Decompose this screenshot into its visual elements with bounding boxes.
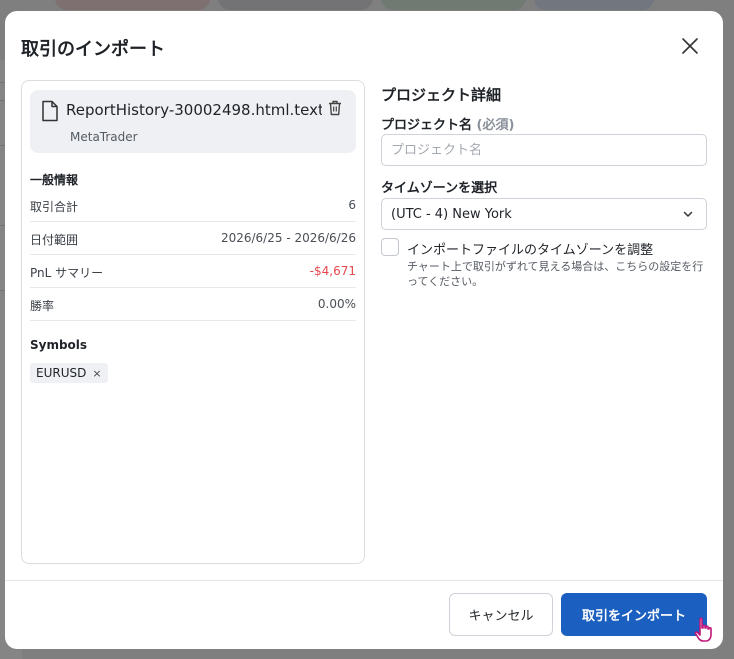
cancel-button[interactable]: キャンセル [449, 593, 553, 636]
symbol-chip[interactable]: EURUSD × [30, 363, 108, 383]
footer-divider [5, 580, 723, 581]
remove-file-button[interactable] [328, 100, 342, 120]
timezone-label: タイムゾーンを選択 [381, 181, 498, 196]
info-row-pnl-summary: PnL サマリー -$4,671 [30, 255, 356, 288]
timezone-select[interactable]: (UTC - 4) New York [381, 198, 707, 230]
project-details-heading: プロジェクト詳細 [381, 86, 502, 104]
adjust-timezone-checkbox[interactable] [381, 238, 399, 256]
pointer-cursor-icon [694, 617, 712, 642]
project-name-label: プロジェクト名 (必須) [381, 114, 514, 133]
remove-symbol-icon[interactable]: × [92, 367, 101, 380]
info-label: 勝率 [30, 299, 55, 313]
info-value: 2026/6/25 - 2026/6/26 [220, 231, 356, 245]
project-name-label-text: プロジェクト名 [381, 118, 473, 133]
symbol-chip-label: EURUSD [36, 366, 87, 380]
import-dialog: 取引のインポート ReportHistory-30002498.html.tex… [5, 11, 723, 649]
file-name: ReportHistory-30002498.html.text/h… [66, 101, 322, 119]
close-icon [682, 38, 698, 54]
info-label: PnL サマリー [30, 266, 104, 280]
timezone-selected-value: (UTC - 4) New York [391, 207, 512, 222]
dialog-title: 取引のインポート [21, 39, 165, 60]
info-value: 0.00% [317, 297, 356, 311]
general-info-heading: 一般情報 [30, 173, 79, 187]
file-summary-panel: ReportHistory-30002498.html.text/h… Meta… [21, 80, 365, 564]
file-platform: MetaTrader [70, 130, 138, 144]
project-name-input[interactable] [381, 134, 707, 166]
info-row-total-trades: 取引合計 6 [30, 189, 356, 222]
file-card: ReportHistory-30002498.html.text/h… Meta… [30, 90, 356, 153]
info-row-win-rate: 勝率 0.00% [30, 288, 356, 321]
required-marker: (必須) [476, 118, 515, 133]
info-label: 日付範囲 [30, 233, 79, 247]
import-trades-button[interactable]: 取引をインポート [561, 593, 707, 636]
close-button[interactable] [675, 31, 705, 61]
symbols-heading: Symbols [30, 338, 88, 352]
info-label: 取引合計 [30, 200, 79, 214]
adjust-timezone-label[interactable]: インポートファイルのタイムゾーンを調整 [407, 239, 653, 258]
file-icon [42, 100, 58, 122]
info-value: 6 [348, 198, 356, 212]
info-value: -$4,671 [309, 264, 356, 278]
info-row-date-range: 日付範囲 2026/6/25 - 2026/6/26 [30, 222, 356, 255]
trash-icon [329, 100, 341, 116]
adjust-timezone-help: チャート上で取引がずれて見える場合は、こちらの設定を行ってください。 [407, 260, 704, 288]
chevron-down-icon [683, 211, 693, 217]
